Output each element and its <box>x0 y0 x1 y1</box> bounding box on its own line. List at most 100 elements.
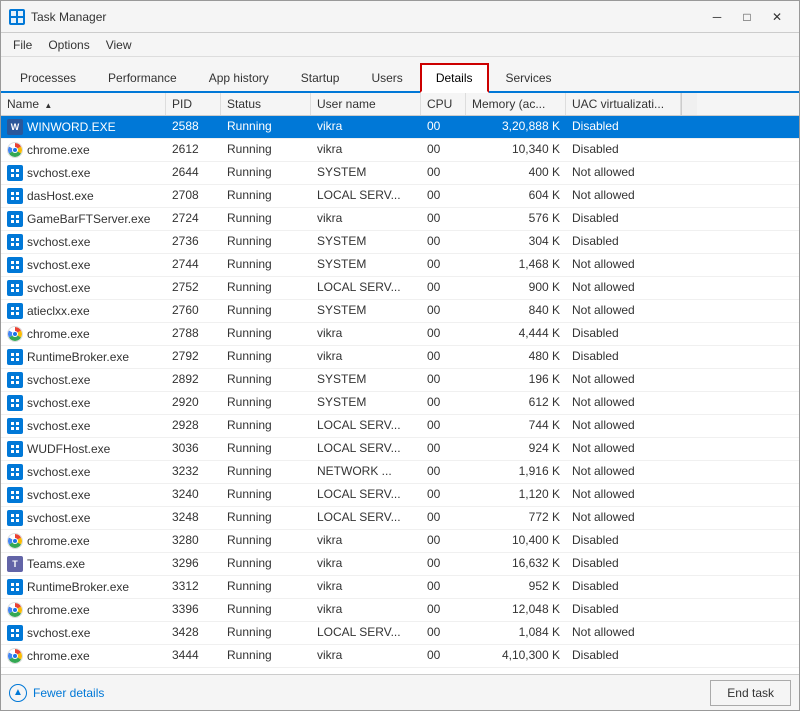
cell-name: svchost.exe <box>1 392 166 414</box>
cell-name: svchost.exe <box>1 277 166 299</box>
cell-uac: Not allowed <box>566 369 681 391</box>
col-cpu[interactable]: CPU <box>421 93 466 115</box>
cell-username: vikra <box>311 346 421 368</box>
minimize-button[interactable]: ─ <box>703 7 731 27</box>
table-row[interactable]: svchost.exe 2644 Running SYSTEM 00 400 K… <box>1 162 799 185</box>
cell-username: SYSTEM <box>311 254 421 276</box>
table-row[interactable]: chrome.exe 2612 Running vikra 00 10,340 … <box>1 139 799 162</box>
close-button[interactable]: ✕ <box>763 7 791 27</box>
table-row[interactable]: svchost.exe 2752 Running LOCAL SERV... 0… <box>1 277 799 300</box>
table-row[interactable]: WUDFHost.exe 3036 Running LOCAL SERV... … <box>1 438 799 461</box>
menu-options[interactable]: Options <box>40 36 97 54</box>
cell-cpu: 00 <box>421 277 466 299</box>
cell-uac: Not allowed <box>566 185 681 207</box>
table-row[interactable]: svchost.exe 3428 Running LOCAL SERV... 0… <box>1 622 799 645</box>
window-controls: ─ □ ✕ <box>703 7 791 27</box>
cell-uac: Disabled <box>566 645 681 667</box>
table-row[interactable]: RuntimeBroker.exe 2792 Running vikra 00 … <box>1 346 799 369</box>
chrome-icon <box>7 142 23 158</box>
cell-memory: 924 K <box>466 438 566 460</box>
cell-pid: 3036 <box>166 438 221 460</box>
process-name: chrome.exe <box>27 327 90 341</box>
col-status[interactable]: Status <box>221 93 311 115</box>
table-row[interactable]: svchost.exe 2928 Running LOCAL SERV... 0… <box>1 415 799 438</box>
cell-username: LOCAL SERV... <box>311 438 421 460</box>
table-row[interactable]: dasHost.exe 2708 Running LOCAL SERV... 0… <box>1 185 799 208</box>
process-name: WINWORD.EXE <box>27 120 116 134</box>
col-username[interactable]: User name <box>311 93 421 115</box>
cell-cpu: 00 <box>421 139 466 161</box>
table-row[interactable]: svchost.exe 3232 Running NETWORK ... 00 … <box>1 461 799 484</box>
cell-status: Running <box>221 323 311 345</box>
menu-file[interactable]: File <box>5 36 40 54</box>
col-memory[interactable]: Memory (ac... <box>466 93 566 115</box>
cell-memory: 612 K <box>466 392 566 414</box>
tab-details[interactable]: Details <box>420 63 489 93</box>
table-row[interactable]: svchost.exe 3248 Running LOCAL SERV... 0… <box>1 507 799 530</box>
process-name: svchost.exe <box>27 465 90 479</box>
table-header: Name ▲ PID Status User name CPU Memory (… <box>1 93 799 116</box>
tab-app-history[interactable]: App history <box>194 64 284 91</box>
cell-name: svchost.exe <box>1 254 166 276</box>
cell-uac: Disabled <box>566 346 681 368</box>
tab-startup[interactable]: Startup <box>286 64 355 91</box>
table-row[interactable]: svchost.exe 3240 Running LOCAL SERV... 0… <box>1 484 799 507</box>
menu-view[interactable]: View <box>98 36 140 54</box>
cell-status: Running <box>221 484 311 506</box>
cell-uac: Not allowed <box>566 622 681 644</box>
system-icon <box>7 303 23 319</box>
table-row[interactable]: W WINWORD.EXE 2588 Running vikra 00 3,20… <box>1 116 799 139</box>
table-row[interactable]: svchost.exe 2892 Running SYSTEM 00 196 K… <box>1 369 799 392</box>
cell-pid: 3280 <box>166 530 221 552</box>
cell-cpu: 00 <box>421 208 466 230</box>
table-row[interactable]: svchost.exe 2744 Running SYSTEM 00 1,468… <box>1 254 799 277</box>
table-row[interactable]: chrome.exe 3280 Running vikra 00 10,400 … <box>1 530 799 553</box>
cell-pid: 2588 <box>166 116 221 138</box>
table-row[interactable]: atieclxx.exe 2760 Running SYSTEM 00 840 … <box>1 300 799 323</box>
cell-cpu: 00 <box>421 553 466 575</box>
system-icon <box>7 579 23 595</box>
cell-status: Running <box>221 576 311 598</box>
table-body[interactable]: W WINWORD.EXE 2588 Running vikra 00 3,20… <box>1 116 799 674</box>
app-icon <box>9 9 25 25</box>
tab-processes[interactable]: Processes <box>5 64 91 91</box>
system-icon <box>7 234 23 250</box>
system-icon <box>7 510 23 526</box>
end-task-button[interactable]: End task <box>710 680 791 706</box>
col-pid[interactable]: PID <box>166 93 221 115</box>
table-row[interactable]: GameBarFTServer.exe 2724 Running vikra 0… <box>1 208 799 231</box>
chevron-up-icon: ▲ <box>9 684 27 702</box>
table-row[interactable]: chrome.exe 2788 Running vikra 00 4,444 K… <box>1 323 799 346</box>
cell-cpu: 00 <box>421 438 466 460</box>
col-name[interactable]: Name ▲ <box>1 93 166 115</box>
cell-username: vikra <box>311 323 421 345</box>
cell-uac: Not allowed <box>566 415 681 437</box>
table-row[interactable]: svchost.exe 2736 Running SYSTEM 00 304 K… <box>1 231 799 254</box>
tab-performance[interactable]: Performance <box>93 64 192 91</box>
table-row[interactable]: chrome.exe 3444 Running vikra 00 4,10,30… <box>1 645 799 668</box>
cell-status: Running <box>221 162 311 184</box>
fewer-details-label: Fewer details <box>33 686 104 700</box>
cell-status: Running <box>221 208 311 230</box>
cell-pid: 2744 <box>166 254 221 276</box>
col-uac[interactable]: UAC virtualizati... <box>566 93 681 115</box>
cell-username: vikra <box>311 576 421 598</box>
cell-memory: 16,632 K <box>466 553 566 575</box>
fewer-details-button[interactable]: ▲ Fewer details <box>9 684 104 702</box>
system-icon <box>7 464 23 480</box>
cell-pid: 2920 <box>166 392 221 414</box>
table-row[interactable]: T Teams.exe 3296 Running vikra 00 16,632… <box>1 553 799 576</box>
cell-name: GameBarFTServer.exe <box>1 208 166 230</box>
table-row[interactable]: svchost.exe 2920 Running SYSTEM 00 612 K… <box>1 392 799 415</box>
cell-cpu: 00 <box>421 231 466 253</box>
chrome-icon <box>7 326 23 342</box>
cell-uac: Disabled <box>566 116 681 138</box>
maximize-button[interactable]: □ <box>733 7 761 27</box>
cell-memory: 304 K <box>466 231 566 253</box>
table-row[interactable]: chrome.exe 3396 Running vikra 00 12,048 … <box>1 599 799 622</box>
tab-users[interactable]: Users <box>356 64 417 91</box>
tab-services[interactable]: Services <box>491 64 567 91</box>
system-icon <box>7 395 23 411</box>
table-row[interactable]: RuntimeBroker.exe 3312 Running vikra 00 … <box>1 576 799 599</box>
process-name: RuntimeBroker.exe <box>27 350 129 364</box>
